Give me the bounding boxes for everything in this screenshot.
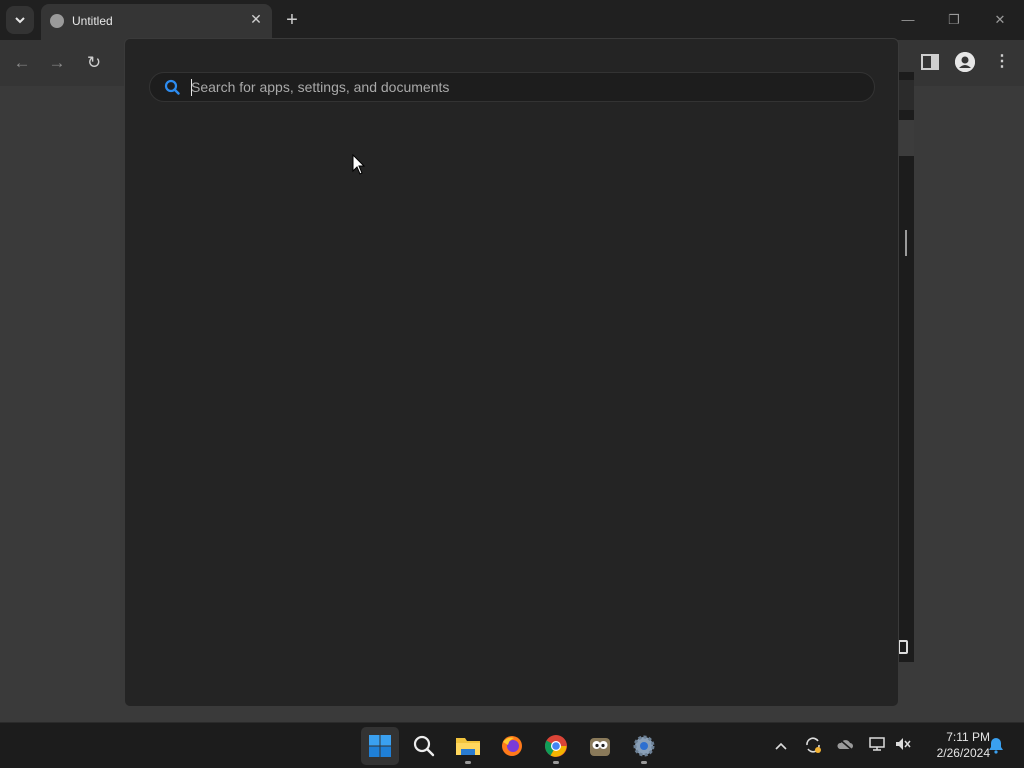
search-box[interactable] [149, 72, 875, 102]
gimp-icon [590, 738, 610, 756]
volume-muted-icon [896, 738, 911, 750]
network-icon [869, 737, 885, 751]
reload-button[interactable]: ↻ [83, 52, 105, 74]
folder-icon [456, 738, 480, 755]
taskbar: 7:11 PM 2/26/2024 [0, 722, 1024, 768]
close-window-button[interactable]: ✕ [990, 10, 1010, 30]
new-tab-button[interactable]: + [282, 8, 302, 32]
network-tray-icon[interactable] [867, 736, 887, 756]
clock-time: 7:11 PM [946, 730, 990, 744]
start-button[interactable] [361, 727, 399, 765]
onedrive-tray-icon[interactable] [835, 736, 855, 756]
background-icon [898, 640, 908, 654]
clock[interactable]: 7:11 PM 2/26/2024 [918, 729, 990, 761]
globe-icon [50, 14, 64, 28]
taskbar-search-button[interactable] [405, 727, 443, 765]
running-indicator [553, 761, 559, 764]
tab-close-icon[interactable]: ✕ [248, 11, 264, 27]
notification-button[interactable] [987, 736, 1007, 756]
running-indicator [465, 761, 471, 764]
browser-tab[interactable]: Untitled ✕ [41, 4, 272, 40]
background-window-edge [898, 72, 914, 662]
restore-button[interactable]: ❐ [944, 10, 964, 30]
cloud-offline-icon [837, 737, 853, 751]
search-icon [164, 79, 180, 95]
chevron-down-icon [15, 17, 25, 24]
firefox-icon [502, 736, 522, 756]
forward-button[interactable]: → [46, 52, 68, 74]
sync-icon [806, 737, 821, 753]
minimize-button[interactable]: — [898, 10, 918, 30]
background-strip [898, 120, 914, 156]
firefox-button[interactable] [493, 727, 531, 765]
show-hidden-icons-button[interactable] [771, 736, 791, 756]
text-caret [191, 79, 192, 96]
mouse-cursor-icon [352, 154, 366, 175]
file-explorer-button[interactable] [449, 727, 487, 765]
gimp-button[interactable] [581, 727, 619, 765]
background-strip [898, 80, 914, 110]
search-icon [413, 735, 435, 757]
background-scrollbar [905, 230, 907, 256]
tab-title: Untitled [72, 14, 113, 28]
search-flyout [124, 38, 899, 707]
browser-menu-button[interactable]: ⋮ [993, 52, 1011, 72]
chrome-button[interactable] [537, 727, 575, 765]
windows-logo-icon [369, 735, 391, 757]
browser-tabstrip: Untitled ✕ + — ❐ ✕ [0, 0, 1024, 40]
clock-date: 2/26/2024 [936, 746, 990, 760]
running-indicator [641, 761, 647, 764]
side-panel-icon[interactable] [920, 52, 940, 72]
tab-search-button[interactable] [6, 6, 34, 34]
profile-avatar-icon[interactable] [955, 52, 975, 72]
back-button[interactable]: ← [11, 52, 33, 74]
search-input[interactable] [191, 76, 851, 98]
sync-tray-icon[interactable] [803, 736, 823, 756]
chrome-icon [545, 735, 567, 757]
volume-tray-icon[interactable] [893, 736, 913, 756]
gear-icon [633, 735, 655, 757]
settings-button[interactable] [625, 727, 663, 765]
bell-icon [989, 738, 1003, 754]
chevron-up-icon [775, 742, 787, 750]
